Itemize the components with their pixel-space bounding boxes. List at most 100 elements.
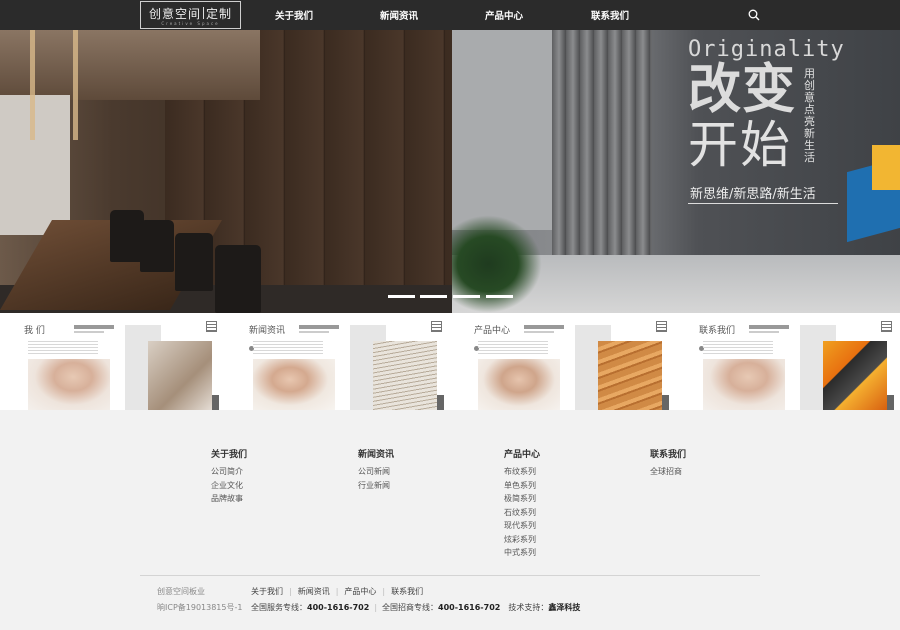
- top-header: 创意空间 定制 Creative Space 关于我们 新闻资讯 产品中心 联系我…: [0, 0, 900, 30]
- card-news[interactable]: 新闻资讯: [237, 319, 450, 410]
- banner-room-image: [452, 30, 900, 313]
- footer-link[interactable]: 极简系列: [504, 492, 624, 506]
- footer-link[interactable]: 公司简介: [211, 465, 331, 479]
- footer-col-about: 关于我们 公司简介 企业文化 品牌故事: [211, 447, 331, 506]
- card-tag: [299, 325, 339, 329]
- banner-plant: [452, 215, 542, 313]
- card-products[interactable]: 产品中心: [462, 319, 675, 410]
- service-label: 全国服务专线：: [251, 603, 307, 612]
- chair: [140, 220, 174, 272]
- logo-text-part1: 创意空间: [148, 7, 201, 21]
- card-text-lines: [478, 341, 548, 355]
- footer-brand: 创意空间板业: [157, 587, 205, 596]
- card-product-photo: [148, 341, 212, 410]
- search-icon[interactable]: [748, 9, 760, 21]
- card-title: 产品中心: [474, 326, 511, 336]
- separator: |: [335, 587, 339, 596]
- footer-col-contact: 联系我们 全球招商: [650, 447, 770, 479]
- nav-about[interactable]: 关于我们: [275, 8, 313, 22]
- logo-separator: [203, 7, 204, 19]
- footer-col-heading: 关于我们: [211, 450, 248, 460]
- footer-bottom-link-news[interactable]: 新闻资讯: [298, 587, 330, 596]
- card-model-photo: [28, 359, 110, 410]
- card-menu-icon: [206, 321, 217, 332]
- card-title: 新闻资讯: [249, 326, 286, 336]
- card-tag-line: [74, 331, 104, 333]
- card-about[interactable]: 我 们: [12, 319, 225, 410]
- card-text-lines: [703, 341, 773, 355]
- footer-col-heading: 联系我们: [650, 450, 687, 460]
- logo-subtitle: Creative Space: [161, 21, 220, 26]
- footer-bottom-link-products[interactable]: 产品中心: [344, 587, 376, 596]
- nav-contact[interactable]: 联系我们: [591, 8, 629, 22]
- logo-text: 创意空间 定制: [141, 5, 240, 22]
- footer-contact-line: 全国服务专线：400-1616-702 | 全国招商专线：400-1616-702 技…: [251, 602, 580, 613]
- card-cables-photo: [823, 341, 887, 410]
- footer-link[interactable]: 行业新闻: [358, 479, 478, 493]
- slider-dot-1[interactable]: [388, 295, 415, 298]
- card-tag: [749, 325, 789, 329]
- invest-phone: 400-1616-702: [438, 603, 501, 612]
- tech-company[interactable]: 鑫泽科技: [548, 603, 580, 612]
- card-newspaper-photo: [373, 341, 437, 410]
- footer-link[interactable]: 单色系列: [504, 479, 624, 493]
- footer-link[interactable]: 品牌故事: [211, 492, 331, 506]
- footer-bottom-links: 关于我们 | 新闻资讯 | 产品中心 | 联系我们: [251, 586, 423, 597]
- footer-bottom-link-contact[interactable]: 联系我们: [391, 587, 423, 596]
- banner-subtitle: 新思维/新思路/新生活: [690, 187, 816, 202]
- banner-headline-1: 改变: [688, 59, 796, 120]
- footer-link[interactable]: 现代系列: [504, 519, 624, 533]
- site-logo[interactable]: 创意空间 定制 Creative Space: [140, 1, 241, 29]
- banner-subtitle-underline: [688, 203, 838, 204]
- footer-link[interactable]: 中式系列: [504, 546, 624, 560]
- card-tag: [524, 325, 564, 329]
- banner-vertical-text: 用创意点亮新生活: [804, 67, 815, 164]
- card-model-photo: [253, 359, 335, 410]
- footer-col-heading: 产品中心: [504, 450, 541, 460]
- card-accent-bar: [212, 395, 219, 410]
- footer-bottom-link-about[interactable]: 关于我们: [251, 587, 283, 596]
- card-tag-line: [524, 331, 554, 333]
- card-accent-bar: [662, 395, 669, 410]
- separator: |: [382, 587, 386, 596]
- footer-link[interactable]: 全球招商: [650, 465, 770, 479]
- footer-link[interactable]: 企业文化: [211, 479, 331, 493]
- footer-link[interactable]: 公司新闻: [358, 465, 478, 479]
- footer-icp[interactable]: 晌ICP备19013815号-1: [157, 602, 242, 613]
- chair: [110, 210, 144, 262]
- card-model-photo: [478, 359, 560, 410]
- card-accent-bar: [887, 395, 894, 410]
- slider-dot-4[interactable]: [486, 295, 513, 298]
- nav-news[interactable]: 新闻资讯: [380, 8, 418, 22]
- footer-link[interactable]: 布纹系列: [504, 465, 624, 479]
- chair: [175, 233, 213, 291]
- slider-dot-3[interactable]: [453, 295, 480, 298]
- footer-divider: [140, 575, 760, 576]
- invest-label: 全国招商专线：: [382, 603, 439, 612]
- slider-dot-2[interactable]: [420, 295, 447, 298]
- banner-curtain: [552, 30, 652, 270]
- card-tag: [74, 325, 114, 329]
- banner-headline-2: 开始: [688, 116, 792, 174]
- card-title: 我 们: [24, 326, 45, 336]
- footer-link[interactable]: 炫彩系列: [504, 533, 624, 547]
- footer-col-heading: 新闻资讯: [358, 450, 395, 460]
- card-tag-line: [749, 331, 779, 333]
- footer-col-news: 新闻资讯 公司新闻 行业新闻: [358, 447, 478, 492]
- card-menu-icon: [431, 321, 442, 332]
- separator: |: [374, 603, 378, 612]
- banner-meeting-room-image: [0, 30, 452, 313]
- footer-col-products: 产品中心 布纹系列 单色系列 极简系列 石纹系列 现代系列 炫彩系列 中式系列: [504, 447, 624, 560]
- card-wood-photo: [598, 341, 662, 410]
- service-phone: 400-1616-702: [307, 603, 370, 612]
- nav-products[interactable]: 产品中心: [485, 8, 523, 22]
- card-contact[interactable]: 联系我们: [687, 319, 900, 410]
- tech-label: 技术支持：: [508, 603, 549, 612]
- logo-text-part2: 定制: [206, 7, 233, 21]
- footer-link[interactable]: 石纹系列: [504, 506, 624, 520]
- card-model-photo: [703, 359, 785, 410]
- card-tag-line: [299, 331, 329, 333]
- banner-ceiling-lamp: [30, 30, 78, 140]
- chair: [215, 245, 261, 313]
- site-footer: 关于我们 公司简介 企业文化 品牌故事 新闻资讯 公司新闻 行业新闻 产品中心 …: [0, 410, 900, 630]
